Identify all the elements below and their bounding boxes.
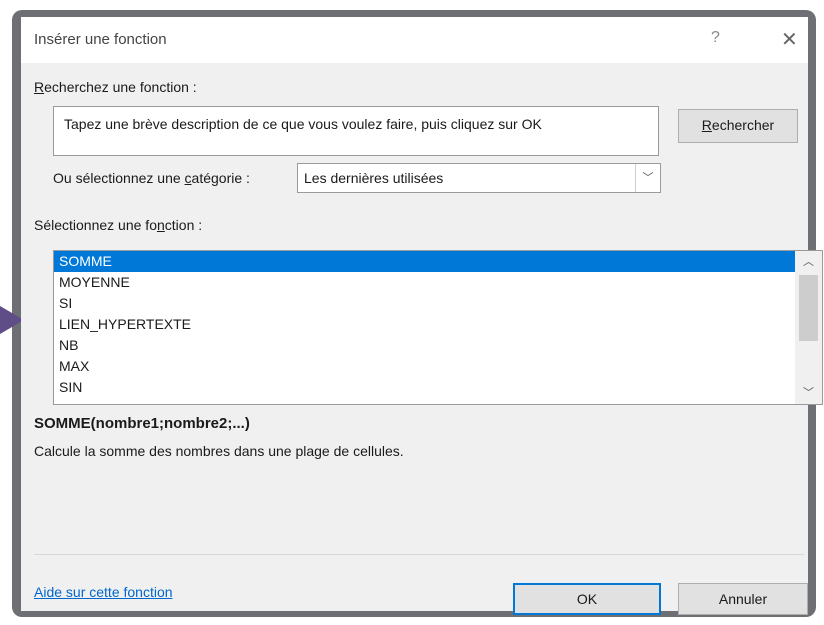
function-listbox[interactable]: SOMME MOYENNE SI LIEN_HYPERTEXTE NB MAX … [53,250,823,405]
category-label-accel: c [184,170,192,186]
search-label: Recherchez une fonction : [34,79,197,95]
list-item-moyenne[interactable]: MOYENNE [54,272,795,293]
function-syntax: SOMME(nombre1;nombre2;...) [34,415,250,432]
title-bar: Insérer une fonction ? ✕ [21,17,808,63]
function-list-label-pre: Sélectionnez une fo [34,217,157,233]
list-item-nb[interactable]: NB [54,335,795,356]
list-item-si[interactable]: SI [54,293,795,314]
search-button[interactable]: Rechercher [678,109,798,143]
function-list-label-accel: n [156,217,165,233]
footer-divider [34,554,804,555]
search-button-text: echercher [711,117,775,133]
category-label-post: atégorie : [191,170,250,186]
function-list-items: SOMME MOYENNE SI LIEN_HYPERTEXTE NB MAX … [54,251,795,398]
search-input[interactable]: Tapez une brève description de ce que vo… [53,106,659,156]
category-select[interactable]: Les dernières utilisées ﹀ [297,163,661,193]
cancel-button[interactable]: Annuler [678,583,808,615]
insert-function-dialog: Insérer une fonction ? ✕ Recherchez une … [21,17,823,615]
list-scrollbar[interactable]: ︿ ﹀ [795,251,822,404]
list-item-max[interactable]: MAX [54,356,795,377]
category-select-value: Les dernières utilisées [304,170,444,186]
list-item-sin[interactable]: SIN [54,377,795,398]
list-item-lien-hypertexte[interactable]: LIEN_HYPERTEXTE [54,314,795,335]
function-description: Calcule la somme des nombres dans une pl… [34,443,404,459]
function-list-label: Sélectionnez une fonction : [34,217,202,233]
search-button-accel: R [701,117,712,133]
list-item-somme[interactable]: SOMME [54,251,795,272]
category-label-pre: Ou sélectionnez une [53,170,185,186]
scrollbar-thumb[interactable] [799,275,818,341]
help-icon[interactable]: ? [711,29,720,47]
chevron-down-icon[interactable]: ﹀ [635,164,660,192]
dialog-title: Insérer une fonction [34,31,167,48]
chevron-up-icon[interactable]: ︿ [795,251,822,273]
close-icon[interactable]: ✕ [781,27,798,52]
search-label-text: echerchez une fonction : [44,79,197,95]
help-link[interactable]: Aide sur cette fonction [34,584,173,600]
category-label: Ou sélectionnez une catégorie : [53,170,250,186]
function-list-label-post: ction : [164,217,203,233]
ok-button[interactable]: OK [513,583,661,615]
chevron-down-icon[interactable]: ﹀ [795,382,822,404]
search-label-accel: R [34,79,45,95]
